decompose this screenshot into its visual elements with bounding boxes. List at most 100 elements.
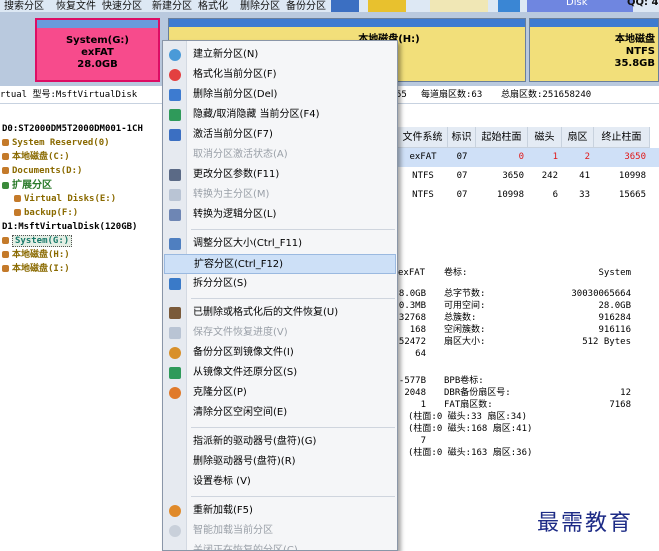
toolbar-icon-blue[interactable] [331,0,359,12]
tree-label: Documents(D:) [12,166,83,176]
clone-icon [169,387,181,399]
menu-item-format[interactable]: 格式化当前分区(F) [164,65,396,85]
tree-item-h[interactable]: 本地磁盘(H:) [2,249,70,262]
toolbar-recover-files[interactable]: 恢复文件 [56,0,96,12]
col-start-cyl[interactable]: 起始柱面 [476,127,528,148]
detail-left-value: 8.0GB [398,289,426,299]
menu-separator [191,298,395,299]
menu-item-save-progress[interactable]: 保存文件恢复进度(V) [164,323,396,343]
tree-label: 本地磁盘(C:) [12,152,70,162]
partition-icon [14,195,21,202]
menu-item-wipe-free[interactable]: 清除分区空闲空间(E) [164,403,396,423]
tree-item-g[interactable]: System(G:) [2,235,73,248]
menu-item-set-label[interactable]: 设置卷标 (V) [164,472,396,492]
menu-label: 备份分区到镜像文件(I) [193,347,294,358]
menu-item-clone[interactable]: 克隆分区(P) [164,383,396,403]
cell-fs: exFAT [409,152,437,162]
extended-icon [2,181,9,189]
col-end-cyl[interactable]: 终止柱面 [594,127,650,148]
cell-sector: 41 [579,171,590,181]
menu-item-file-recovery[interactable]: 已删除或格式化后的文件恢复(U) [164,303,396,323]
to-logical-icon [169,209,181,221]
tree-item-e[interactable]: Virtual Disks(E:) [14,193,116,206]
menu-label: 设置卷标 (V) [193,476,251,487]
menu-item-change-params[interactable]: 更改分区参数(F11) [164,165,396,185]
tree-item-f[interactable]: backup(F:) [14,207,78,220]
menu-item-split[interactable]: 拆分分区(S) [164,274,396,294]
smart-load-icon [169,525,181,537]
toolbar-icon-blue2[interactable] [498,0,520,12]
partition-system-g[interactable]: System(G:) exFAT 28.0GB [35,18,160,82]
toolbar-format[interactable]: 格式化 [198,0,228,12]
toolbar-quick-partition[interactable]: 快速分区 [102,0,142,12]
menu-item-smart-load[interactable]: 智能加载当前分区 [164,521,396,541]
menu-item-activate[interactable]: 激活当前分区(F7) [164,125,396,145]
menu-item-new-partition[interactable]: 建立新分区(N) [164,45,396,65]
new-partition-icon [169,49,181,61]
table-row[interactable]: NTFS 07 3650 242 41 10998 [396,167,659,186]
detail-left-value: 168 [409,325,426,335]
bpb-label: BPB卷标: [444,376,484,386]
menu-label: 取消分区激活状态(A) [193,149,288,160]
tree-item-extended[interactable]: 扩展分区 [2,179,52,192]
tree-label: 本地磁盘(I:) [12,264,70,274]
partition-fs: NTFS [625,46,655,57]
partition-icon [2,237,9,244]
tree-label: 本地磁盘(H:) [12,250,70,260]
toolbar-backup-partition[interactable]: 备份分区 [286,0,326,12]
menu-separator [191,229,395,230]
menu-item-hide[interactable]: 隐藏/取消隐藏 当前分区(F4) [164,105,396,125]
toolbar-new-partition[interactable]: 新建分区 [152,0,192,12]
menu-label: 指派新的驱动器号(盘符)(G) [193,436,317,447]
menu-item-close-recovering[interactable]: 关闭正在恢复的分区(C) [164,541,396,550]
detail-left-value: -577B [398,376,426,386]
save-progress-icon [169,327,181,339]
menu-item-assign-letter[interactable]: 指派新的驱动器号(盘符)(G) [164,432,396,452]
menu-item-delete[interactable]: 删除当前分区(Del) [164,85,396,105]
menu-item-resize[interactable]: 调整分区大小(Ctrl_F11) [164,234,396,254]
partition-name: System(G:) [65,35,129,46]
menu-label: 更改分区参数(F11) [193,169,280,180]
toolbar-search-partition[interactable]: 搜索分区 [4,0,44,12]
menu-label: 转换为主分区(M) [193,189,270,200]
table-row[interactable]: exFAT 07 0 1 2 3650 [396,148,659,167]
col-filesystem[interactable]: 文件系统 [398,127,448,148]
cell-id: 07 [456,171,468,181]
menu-item-extend[interactable]: 扩容分区(Ctrl_F12) [164,254,396,274]
menu-label: 清除分区空闲空间(E) [193,407,288,418]
toolbar-delete-partition[interactable]: 删除分区 [240,0,280,12]
col-id[interactable]: 标识 [448,127,476,148]
menu-item-reload[interactable]: 重新加载(F5) [164,501,396,521]
tree-item-c[interactable]: 本地磁盘(C:) [2,151,70,164]
tree-item-i[interactable]: 本地磁盘(I:) [2,263,70,276]
menu-item-restore-image[interactable]: 从镜像文件还原分区(S) [164,363,396,383]
tree-item-d[interactable]: Documents(D:) [2,165,82,178]
bpb-value: 12 [620,388,631,398]
detail-left-value: 1 [420,400,426,410]
toolbar-icon-light[interactable] [430,0,488,12]
menu-item-to-primary[interactable]: 转换为主分区(M) [164,185,396,205]
reload-icon [169,505,181,517]
tree-disk-0[interactable]: D0:ST2000DM5T2000DM001-1CH [2,123,143,136]
toolbar-icon-yellow[interactable] [368,0,406,12]
partition-fs: exFAT [81,47,114,58]
stat-key: 扇区大小: [444,337,486,347]
detail-left-value: 52472 [398,337,426,347]
tree-disk-1[interactable]: D1:MsftVirtualDisk(120GB) [2,221,137,234]
partition-icon [2,139,9,146]
partition-local-i[interactable]: 本地磁盘 NTFS 35.8GB [529,18,659,82]
tree-item-system-reserved[interactable]: System Reserved(0) [2,137,110,150]
col-sector[interactable]: 扇区 [562,127,594,148]
partition-name: 本地磁盘 [615,34,655,45]
detail-left-value: 32768 [398,313,426,323]
col-head[interactable]: 磁头 [528,127,562,148]
table-row[interactable]: NTFS 07 10998 6 33 15665 [396,186,659,205]
menu-item-backup-image[interactable]: 备份分区到镜像文件(I) [164,343,396,363]
menu-item-deactivate[interactable]: 取消分区激活状态(A) [164,145,396,165]
restore-icon [169,367,181,379]
partition-size: 28.0GB [77,59,118,70]
cell-sector: 2 [584,152,590,162]
tree-label: System Reserved(0) [12,138,110,148]
menu-item-to-logical[interactable]: 转换为逻辑分区(L) [164,205,396,225]
menu-item-remove-letter[interactable]: 删除驱动器号(盘符)(R) [164,452,396,472]
